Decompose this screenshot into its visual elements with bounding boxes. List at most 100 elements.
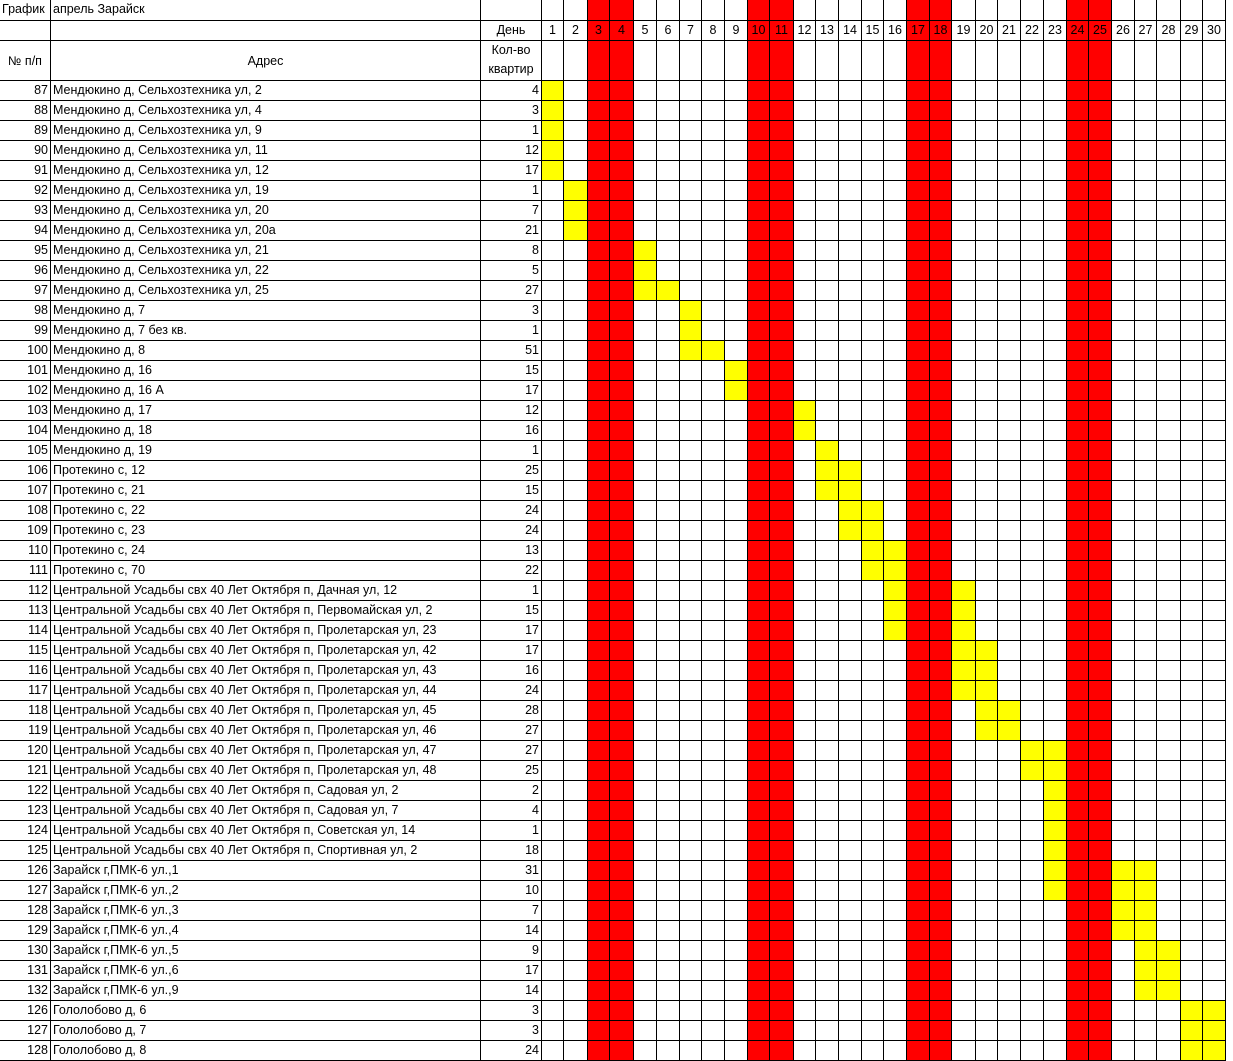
scheduled-day-cell: [1044, 861, 1067, 881]
day-cell: [1181, 181, 1203, 201]
weekend-day-cell: [1089, 341, 1112, 361]
weekend-day-cell: [748, 101, 770, 121]
weekend-day-cell: [770, 861, 794, 881]
scheduled-day-cell: [1021, 741, 1044, 761]
day-cell: [1203, 901, 1226, 921]
day-cell: [794, 981, 816, 1001]
weekend-day-cell: [907, 801, 930, 821]
day-cell: [884, 681, 907, 701]
day-cell: [1157, 761, 1181, 781]
day-cell: [702, 581, 725, 601]
day-cell: [998, 381, 1021, 401]
weekend-day-cell: [610, 461, 634, 481]
scheduled-day-cell: [1021, 761, 1044, 781]
day-cell: [998, 221, 1021, 241]
row-qty-cell: 51: [481, 341, 542, 361]
weekend-day-cell: [610, 421, 634, 441]
weekend-day-cell: [770, 661, 794, 681]
day-cell: [1044, 321, 1067, 341]
day-cell: [634, 461, 657, 481]
day-cell: [884, 361, 907, 381]
day-cell: [794, 761, 816, 781]
day-cell: [976, 821, 998, 841]
day-number-cell: 24: [1067, 21, 1089, 41]
weekend-day-cell: [610, 701, 634, 721]
day-cell: [816, 501, 839, 521]
day-cell: [998, 661, 1021, 681]
day-cell: [952, 421, 976, 441]
day-cell: [1021, 1041, 1044, 1061]
day-cell: [1021, 481, 1044, 501]
day-cell: [839, 901, 862, 921]
day-cell: [839, 161, 862, 181]
day-cell: [1157, 481, 1181, 501]
day-number-cell: 11: [770, 21, 794, 41]
day-cell: [634, 801, 657, 821]
day-cell: [884, 481, 907, 501]
day-cell: [1181, 941, 1203, 961]
weekend-day-cell: [588, 481, 610, 501]
weekend-day-cell: [1067, 581, 1089, 601]
day-cell: [839, 661, 862, 681]
weekend-day-cell: [610, 181, 634, 201]
day-cell: [1021, 461, 1044, 481]
day-cell: [1112, 161, 1135, 181]
scheduled-day-cell: [976, 641, 998, 661]
weekend-day-cell: [1089, 81, 1112, 101]
day-cell: [542, 801, 564, 821]
day-cell: [884, 961, 907, 981]
day-cell: [564, 441, 588, 461]
weekend-day-cell: [1067, 681, 1089, 701]
weekend-day-cell: [748, 401, 770, 421]
day-cell: [862, 601, 884, 621]
day-cell: [634, 981, 657, 1001]
row-qty-cell: 14: [481, 921, 542, 941]
day-cell: [1021, 661, 1044, 681]
weekend-day-cell: [770, 121, 794, 141]
day-header-blank-cell: [1135, 41, 1157, 81]
day-cell: [1044, 621, 1067, 641]
day-cell: [952, 141, 976, 161]
row-number-cell: 114: [0, 621, 51, 641]
day-cell: [1135, 681, 1157, 701]
scheduled-day-cell: [725, 361, 748, 381]
weekend-day-cell: [907, 301, 930, 321]
day-cell: [816, 141, 839, 161]
weekend-day-cell: [1089, 961, 1112, 981]
day-cell: [839, 381, 862, 401]
weekend-day-cell: [748, 261, 770, 281]
weekend-day-cell: [770, 881, 794, 901]
day-cell: [998, 641, 1021, 661]
scheduled-day-cell: [952, 681, 976, 701]
day-cell: [1135, 821, 1157, 841]
weekend-day-cell: [1067, 161, 1089, 181]
day-cell: [794, 821, 816, 841]
day-cell: [952, 841, 976, 861]
day-cell: [862, 641, 884, 661]
day-cell: [725, 561, 748, 581]
weekend-day-cell: [1067, 201, 1089, 221]
scheduled-day-cell: [862, 561, 884, 581]
row-address-cell: Протекино с, 70: [51, 561, 481, 581]
day-cell: [1044, 541, 1067, 561]
weekend-day-cell: [907, 341, 930, 361]
day-cell: [952, 901, 976, 921]
day-number-cell: 17: [907, 21, 930, 41]
day-cell: [1044, 1041, 1067, 1061]
weekend-day-cell: [930, 921, 952, 941]
weekend-day-cell: [588, 761, 610, 781]
day-cell: [976, 281, 998, 301]
day-cell: [542, 441, 564, 461]
day-cell: [657, 481, 680, 501]
day-cell: [839, 861, 862, 881]
day-cell: [634, 721, 657, 741]
day-cell: [1112, 541, 1135, 561]
row-number-cell: 90: [0, 141, 51, 161]
day-cell: [1181, 901, 1203, 921]
day-cell: [1112, 261, 1135, 281]
day-cell: [816, 861, 839, 881]
weekend-day-cell: [770, 981, 794, 1001]
title-day-blank-cell: [1089, 0, 1112, 21]
day-number-cell: 9: [725, 21, 748, 41]
weekend-day-cell: [1089, 421, 1112, 441]
